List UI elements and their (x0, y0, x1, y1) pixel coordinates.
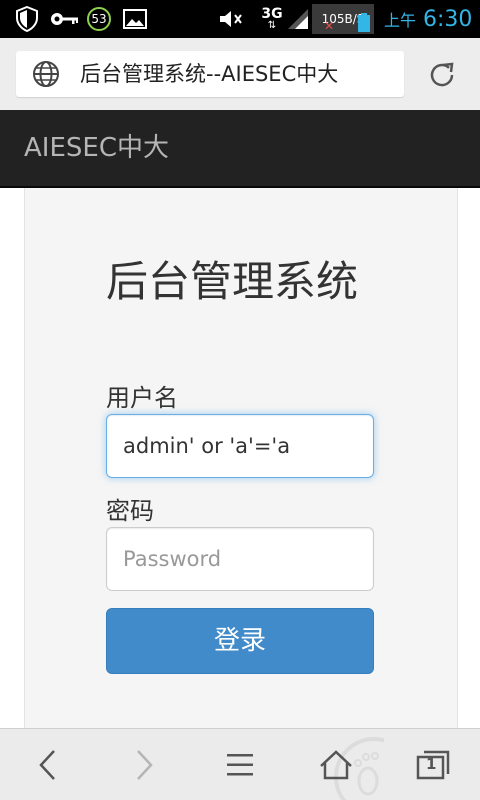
home-icon[interactable] (288, 729, 384, 800)
site-navbar: AIESEC中大 (0, 110, 480, 188)
network-type-indicator: 3G ⇅ (261, 6, 283, 31)
form-title: 后台管理系统 (106, 257, 359, 306)
password-label: 密码 (106, 497, 154, 525)
image-icon (122, 5, 148, 33)
back-icon[interactable] (0, 729, 96, 800)
clock: 6:30 (423, 6, 473, 32)
globe-icon (32, 60, 60, 88)
username-label: 用户名 (106, 384, 178, 412)
mute-icon (218, 5, 244, 33)
browser-address-bar: 后台管理系统--AIESEC中大 (0, 38, 480, 111)
battery-icon (356, 12, 372, 34)
reload-icon[interactable] (424, 57, 460, 93)
page-title: 后台管理系统--AIESEC中大 (80, 62, 339, 86)
login-button[interactable]: 登录 (106, 608, 374, 674)
am-pm-label: 上午 (384, 11, 417, 30)
key-icon (50, 5, 80, 33)
tabs-icon[interactable]: 1 (384, 729, 480, 800)
phone-screen: 53 3G ⇅ 105B/S ✕ 上午 6:30 后台管理系统--AIESEC中… (0, 0, 480, 800)
status-bar: 53 3G ⇅ 105B/S ✕ 上午 6:30 (0, 0, 480, 38)
browser-bottom-toolbar: 1 (0, 728, 480, 800)
notification-count-badge: 53 (86, 5, 112, 33)
no-signal-icon: ✕ (323, 19, 335, 33)
notification-count: 53 (91, 12, 107, 26)
tab-count: 1 (426, 755, 437, 773)
username-input[interactable] (106, 414, 374, 478)
url-field[interactable]: 后台管理系统--AIESEC中大 (16, 51, 404, 97)
shield-icon (14, 5, 40, 33)
password-input[interactable] (106, 527, 374, 591)
network-type: 3G (261, 6, 283, 22)
signal-strength-icon (286, 5, 310, 33)
forward-icon[interactable] (96, 729, 192, 800)
site-brand-link[interactable]: AIESEC中大 (24, 110, 169, 186)
menu-icon[interactable] (192, 729, 288, 800)
